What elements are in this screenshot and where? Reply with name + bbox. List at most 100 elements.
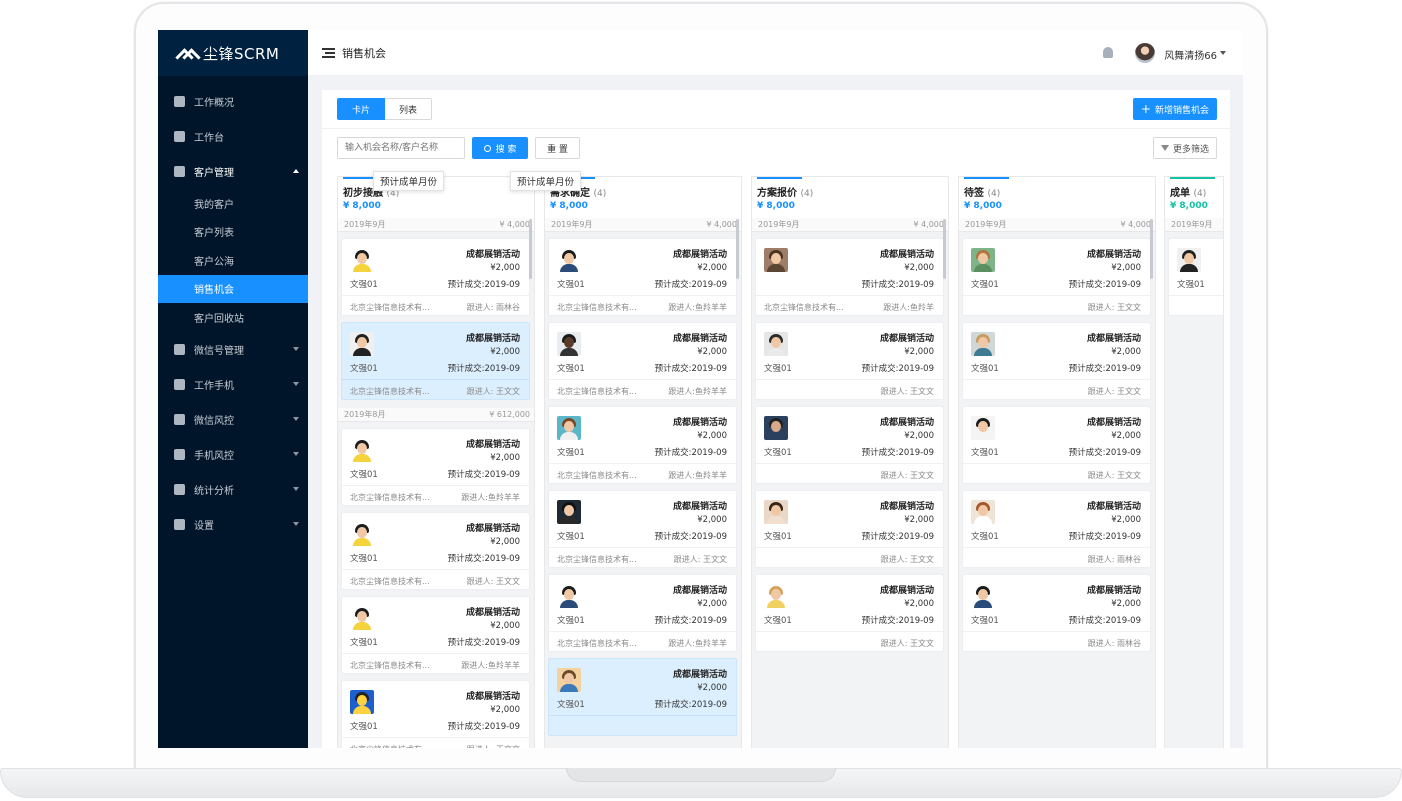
customer-name: 文强01 bbox=[971, 448, 999, 458]
user-avatar[interactable] bbox=[1135, 43, 1155, 63]
company-name: 北京尘锋信息技术有... bbox=[350, 661, 430, 670]
opportunity-card[interactable]: 成都展销活动 ¥2,000 文强01 预计成交:2019-09 跟进人: 王文文 bbox=[962, 406, 1151, 484]
follower: 跟进人: 王文文 bbox=[466, 577, 520, 586]
opportunity-value: ¥2,000 bbox=[1111, 431, 1141, 441]
company-name: 北京尘锋信息技术有... bbox=[350, 387, 430, 396]
opportunity-card[interactable]: 成都展销活动 ¥2,000 文强01 预计成交:2019-09 跟进人: 王文文 bbox=[755, 322, 944, 400]
sidebar-item[interactable]: 设置 bbox=[158, 507, 308, 542]
column-scrollbar[interactable] bbox=[1150, 219, 1153, 279]
column-accent-bar bbox=[1170, 177, 1215, 179]
tooltip: 预计成单月份 bbox=[510, 171, 582, 191]
opportunity-card[interactable]: 成都展销活动 ¥2,000 文强01 预计成交:2019-09 跟进人: 雨林谷 bbox=[962, 490, 1151, 568]
more-filter-button[interactable]: 更多筛选 bbox=[1153, 137, 1217, 159]
customer-avatar bbox=[350, 690, 374, 714]
column-amount: ¥ 8,000 bbox=[1170, 201, 1208, 211]
opportunity-card[interactable]: 成都展销活动 ¥2,000 文强01 预计成交:2019-09 北京尘锋信息技术… bbox=[341, 238, 530, 316]
opportunity-card[interactable]: 成都展销活动 ¥2,000 文强01 预计成交:2019-09 北京尘锋信息技术… bbox=[341, 596, 530, 674]
sidebar-subitem[interactable]: 客户列表 bbox=[158, 218, 308, 247]
follower: 跟进人: 雨林谷 bbox=[466, 303, 520, 312]
column-body: 2019年9月 ¥ 4,000 成都展销活动 ¥2,000 文强01 预计成交:2… bbox=[338, 218, 534, 748]
chevron-down-icon bbox=[293, 416, 299, 421]
sidebar-item-label: 客户管理 bbox=[194, 168, 234, 179]
opportunity-card[interactable]: 成都展销活动 ¥2,000 文强01 预计成交:2019-09 北京尘锋信息技术… bbox=[341, 512, 530, 590]
column-scrollbar[interactable] bbox=[736, 219, 739, 279]
opportunity-card[interactable]: 成都展销活动 ¥2,000 文强01 预计成交:2019-09 北京尘锋信息技术… bbox=[548, 406, 737, 484]
opportunity-name: 成都展销活动 bbox=[465, 524, 520, 534]
add-opportunity-button[interactable]: + 新增销售机会 bbox=[1132, 98, 1217, 120]
opportunity-card[interactable]: 成都展销活动 ¥2,000 文强01 预计成交:2019-09 北京尘锋信息技术… bbox=[341, 322, 530, 400]
add-opportunity-label: 新增销售机会 bbox=[1154, 105, 1209, 116]
sidebar-item[interactable]: 手机风控 bbox=[158, 437, 308, 472]
column-amount: ¥ 8,000 bbox=[757, 201, 795, 211]
tab-card[interactable]: 卡片 bbox=[337, 98, 386, 120]
customer-name: 文强01 bbox=[557, 364, 585, 374]
sidebar-subitem[interactable]: 客户回收站 bbox=[158, 303, 308, 332]
sidebar-item[interactable]: 工作手机 bbox=[158, 367, 308, 402]
user-name[interactable]: 风舞清扬66 bbox=[1164, 47, 1217, 62]
card-footer: 跟进人: 王文文 bbox=[756, 631, 943, 653]
more-filter-label: 更多筛选 bbox=[1172, 144, 1209, 155]
sidebar-item[interactable]: 微信风控 bbox=[158, 402, 308, 437]
column-title: 待签 (4) bbox=[964, 184, 1000, 199]
group-month: 2019年9月 bbox=[1171, 220, 1213, 229]
opportunity-card[interactable]: 成都展销活动 ¥2,000 文强01 预计成交:2019-09 北京尘锋信息技术… bbox=[341, 428, 530, 506]
opportunity-name: 成都展销活动 bbox=[1086, 418, 1141, 428]
divider bbox=[322, 128, 1230, 129]
expected-close: 预计成交:2019-09 bbox=[654, 448, 727, 458]
customer-name: 文强01 bbox=[557, 700, 585, 710]
opportunity-card[interactable]: 成都展销活动 ¥2,000 文强01 预计成交:2019-09 北京尘锋信息技术… bbox=[341, 680, 530, 748]
bell-icon[interactable] bbox=[1103, 47, 1113, 58]
column-amount: ¥ 8,000 bbox=[343, 201, 381, 211]
column-title-text: 待签 bbox=[964, 188, 984, 199]
opportunity-card[interactable]: 成都展销活动 ¥2,000 预计成交:2019-09 北京尘锋信息技术有... … bbox=[755, 238, 944, 316]
column-count: (4) bbox=[800, 189, 814, 199]
column-accent-bar bbox=[757, 177, 802, 179]
opportunity-card[interactable]: 成都展销活动 ¥2,000 文强01 预计成交:2019-09 跟进人: 王文文 bbox=[962, 322, 1151, 400]
opportunity-card[interactable]: 成都展销活动 ¥2,000 文强01 预计成交:2019-09 跟进人: 王文文 bbox=[755, 574, 944, 652]
group-month: 2019年9月 bbox=[965, 220, 1007, 229]
sidebar-subitem[interactable]: 销售机会 bbox=[158, 274, 308, 303]
opportunity-name: 成都展销活动 bbox=[1086, 250, 1141, 260]
card-footer bbox=[549, 715, 736, 737]
card-footer: 北京尘锋信息技术有... 跟进人:鱼羚羊羊 bbox=[549, 295, 736, 317]
expected-close: 预计成交:2019-09 bbox=[654, 280, 727, 290]
opportunity-card[interactable]: 成都展销活动 ¥2,000 文强01 预计成交:2019-09 跟进人: 王文文 bbox=[755, 406, 944, 484]
search-button[interactable]: 搜 索 bbox=[472, 137, 528, 159]
opportunity-card[interactable]: 成都展销活动 ¥2,000 文强01 预计成交:2019-09 北京尘锋信息技术… bbox=[548, 238, 737, 316]
sidebar-item[interactable]: 工作概况 bbox=[158, 84, 308, 119]
tab-list[interactable]: 列表 bbox=[385, 98, 433, 120]
sidebar-subitem[interactable]: 我的客户 bbox=[158, 189, 308, 218]
sidebar-item[interactable]: 工作台 bbox=[158, 119, 308, 154]
opportunity-card[interactable]: 成都展销活动 ¥2,000 文强01 预计成交:2019-09 跟进人: 王文文 bbox=[755, 490, 944, 568]
expected-close: 预计成交:2019-09 bbox=[1068, 280, 1141, 290]
opportunity-card[interactable]: 文强01 bbox=[1168, 238, 1223, 316]
column-title-text: 方案报价 bbox=[757, 188, 797, 199]
sidebar-subitem[interactable]: 客户公海 bbox=[158, 246, 308, 275]
chevron-down-icon[interactable] bbox=[1220, 51, 1226, 55]
search-button-label: 搜 索 bbox=[495, 144, 517, 155]
reset-button[interactable]: 重 置 bbox=[535, 137, 580, 159]
sidebar-item[interactable]: 统计分析 bbox=[158, 472, 308, 507]
card-footer: 北京尘锋信息技术有... 跟进人: 王文文 bbox=[342, 737, 529, 748]
expected-close: 预计成交:2019-09 bbox=[654, 532, 727, 542]
opportunity-value: ¥2,000 bbox=[490, 453, 520, 463]
column-body: 2019年9月 ¥ 4,000 成都展销活动 ¥2,000 文强01 预计成交:2… bbox=[959, 218, 1155, 748]
card-footer: 跟进人: 王文文 bbox=[756, 463, 943, 485]
app-logo[interactable]: 尘锋SCRM bbox=[158, 30, 308, 76]
column-scrollbar[interactable] bbox=[529, 219, 532, 279]
menu-fold-icon[interactable] bbox=[322, 47, 335, 58]
opportunity-card[interactable]: 成都展销活动 ¥2,000 文强01 预计成交:2019-09 跟进人: 雨林谷 bbox=[962, 574, 1151, 652]
sidebar-item[interactable]: 客户管理 bbox=[158, 154, 308, 189]
kanban-column: 成单 (4) ¥ 8,000 2019年9月 文强01 bbox=[1164, 176, 1224, 748]
page-title: 销售机会 bbox=[342, 46, 386, 60]
main-content: 卡片 列表 + 新增销售机会 搜 索 重 置 更多筛选 初步接触 (4) ¥ 8… bbox=[322, 90, 1230, 748]
opportunity-card[interactable]: 成都展销活动 ¥2,000 文强01 预计成交:2019-09 跟进人: 王文文 bbox=[962, 238, 1151, 316]
sidebar-item[interactable]: 微信号管理 bbox=[158, 332, 308, 367]
opportunity-card[interactable]: 成都展销活动 ¥2,000 文强01 预计成交:2019-09 北京尘锋信息技术… bbox=[548, 574, 737, 652]
search-input[interactable] bbox=[337, 137, 465, 159]
opportunity-card[interactable]: 成都展销活动 ¥2,000 文强01 预计成交:2019-09 北京尘锋信息技术… bbox=[548, 490, 737, 568]
opportunity-card[interactable]: 成都展销活动 ¥2,000 文强01 预计成交:2019-09 bbox=[548, 658, 737, 736]
column-scrollbar[interactable] bbox=[943, 219, 946, 279]
opportunity-card[interactable]: 成都展销活动 ¥2,000 文强01 预计成交:2019-09 北京尘锋信息技术… bbox=[548, 322, 737, 400]
company-name: 北京尘锋信息技术有... bbox=[557, 387, 637, 396]
